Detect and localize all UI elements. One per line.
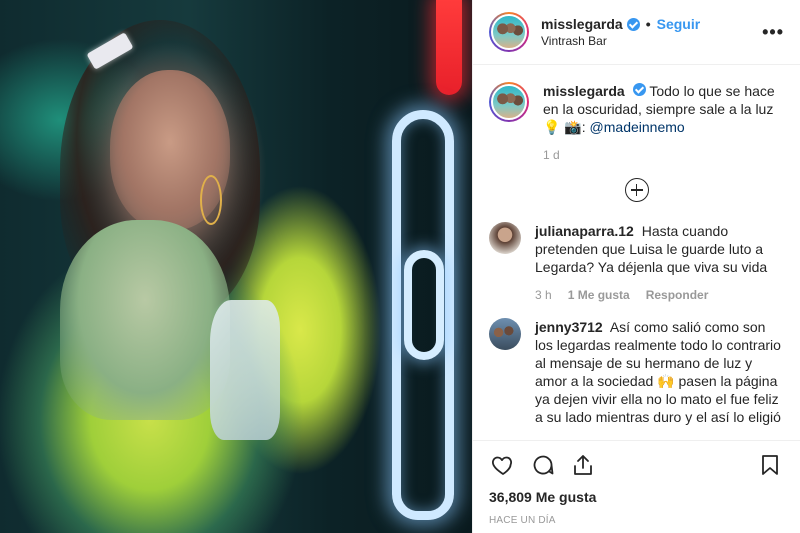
comment-body: jenny3712 Así como salió como son los le… [535, 318, 784, 426]
comment-username[interactable]: julianaparra.12 [535, 223, 634, 239]
comment-body: julianaparra.12 Hasta cuando pretenden q… [535, 222, 784, 304]
verified-badge-icon [632, 83, 646, 96]
photo-earring [200, 175, 222, 225]
share-icon[interactable] [569, 451, 597, 479]
caption-avatar[interactable] [489, 82, 529, 122]
follow-button[interactable]: Seguir [657, 16, 701, 32]
likes-count[interactable]: 36,809 Me gusta [489, 489, 784, 505]
commenter-avatar[interactable] [489, 318, 521, 350]
caption: misslegarda Todo lo que se hace en la os… [489, 82, 784, 164]
post-sidebar: misslegarda • Seguir Vintrash Bar ••• mi… [472, 0, 800, 533]
comment-bubble-icon[interactable] [529, 451, 557, 479]
comment-username[interactable]: jenny3712 [535, 319, 603, 335]
header-text: misslegarda • Seguir Vintrash Bar [541, 16, 762, 48]
caption-age[interactable]: 1 d [543, 146, 560, 164]
comment-item: jenny3712 Así como salió como son los le… [489, 318, 784, 426]
post-location[interactable]: Vintrash Bar [541, 34, 762, 48]
comment-likes[interactable]: 1 Me gusta [568, 286, 630, 304]
verified-badge-icon [626, 17, 640, 31]
caption-credit-link[interactable]: @madeinnemo [590, 119, 685, 135]
neon-light-blue-inner [404, 250, 444, 360]
caption-username[interactable]: misslegarda [543, 83, 625, 99]
reply-button[interactable]: Responder [646, 286, 709, 304]
commenter-avatar[interactable] [489, 222, 521, 254]
author-username[interactable]: misslegarda [541, 16, 623, 32]
post-timestamp[interactable]: HACE UN DÍA [489, 515, 784, 526]
more-options-icon[interactable]: ••• [762, 22, 784, 43]
load-more-comments-icon[interactable] [624, 178, 649, 202]
separator-dot: • [645, 16, 651, 32]
comment-item: julianaparra.12 Hasta cuando pretenden q… [489, 222, 784, 304]
caption-credit-prefix: 📸: [564, 119, 590, 135]
photo-top [210, 300, 280, 440]
author-avatar[interactable] [489, 12, 529, 52]
comment-age[interactable]: 3 h [535, 286, 552, 304]
post-photo[interactable] [0, 0, 472, 533]
post-header: misslegarda • Seguir Vintrash Bar ••• [473, 0, 800, 65]
like-heart-icon[interactable] [489, 451, 517, 479]
photo-shoulder [60, 220, 230, 420]
neon-light-red [436, 0, 462, 95]
action-bar: 36,809 Me gusta HACE UN DÍA [473, 440, 800, 533]
save-bookmark-icon[interactable] [756, 451, 784, 479]
comments-section[interactable]: misslegarda Todo lo que se hace en la os… [473, 66, 800, 440]
instagram-post: misslegarda • Seguir Vintrash Bar ••• mi… [0, 0, 800, 533]
caption-body: misslegarda Todo lo que se hace en la os… [543, 82, 784, 164]
